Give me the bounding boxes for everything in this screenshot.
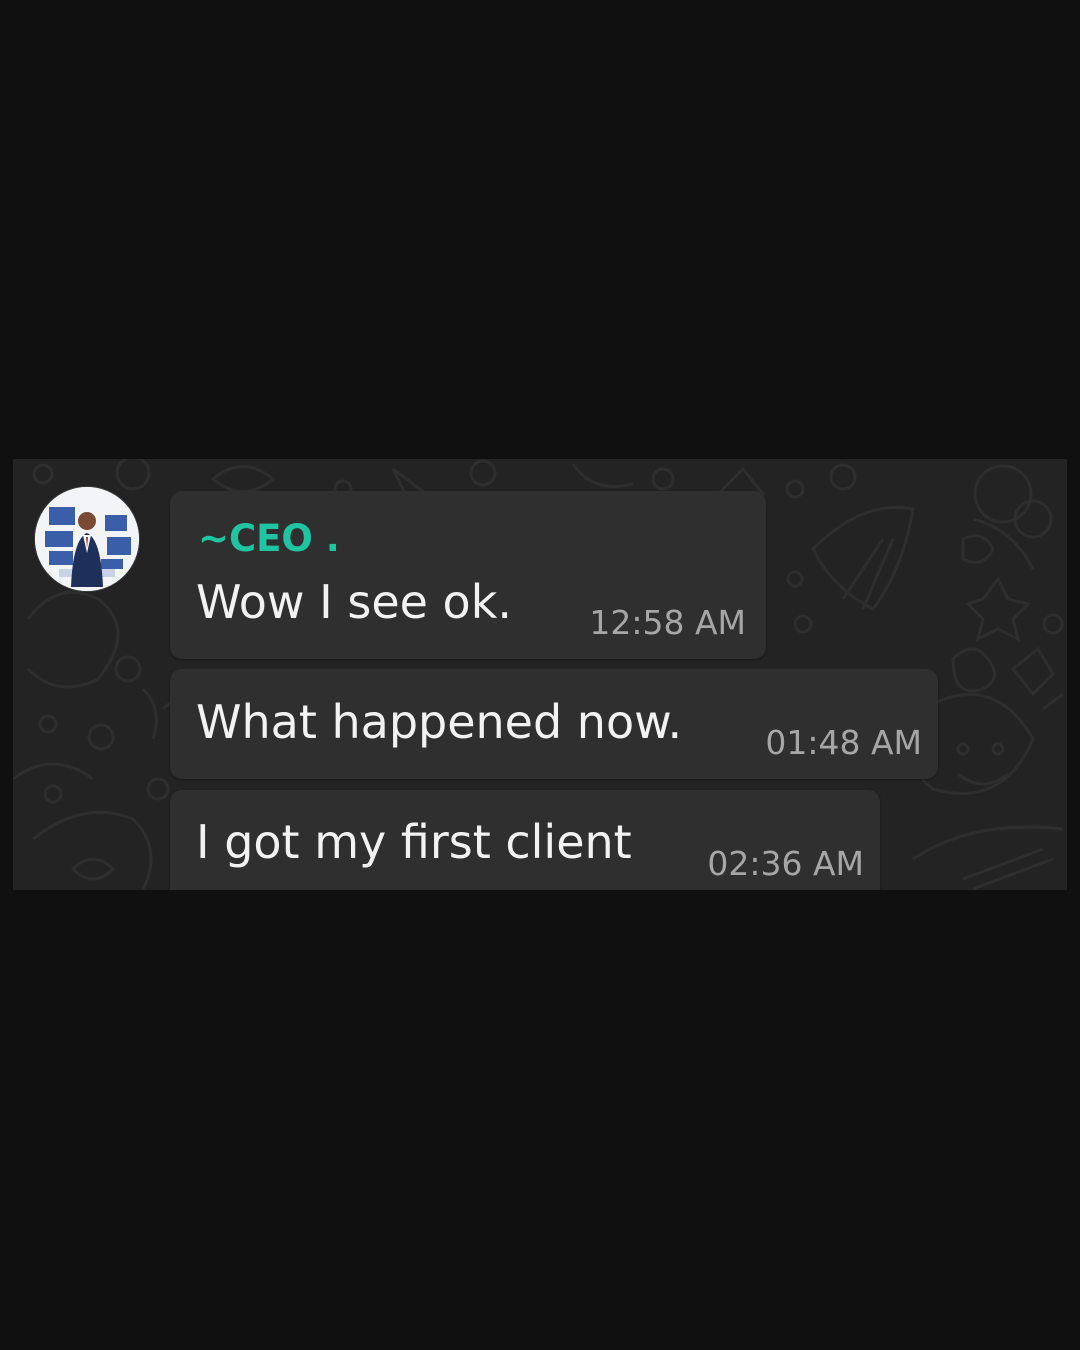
message-text: What happened now. [196,695,683,749]
message-bubble[interactable]: What happened now. 01:48 AM [170,669,938,779]
message-text: Wow I see ok. [196,575,512,629]
sender-name[interactable]: ~CEO . [198,517,340,560]
message-timestamp: 01:48 AM [765,723,922,762]
message-text: I got my first client [196,815,632,869]
message-bubble[interactable]: ~CEO . Wow I see ok. 12:58 AM [170,491,766,659]
message-timestamp: 02:36 AM [707,844,864,883]
chat-panel: ~CEO . Wow I see ok. 12:58 AM What happe… [13,459,1067,890]
message-bubble[interactable]: I got my first client 02:36 AM [170,790,880,890]
message-timestamp: 12:58 AM [589,603,746,642]
sender-avatar[interactable] [35,487,139,591]
avatar-photo [35,487,139,591]
